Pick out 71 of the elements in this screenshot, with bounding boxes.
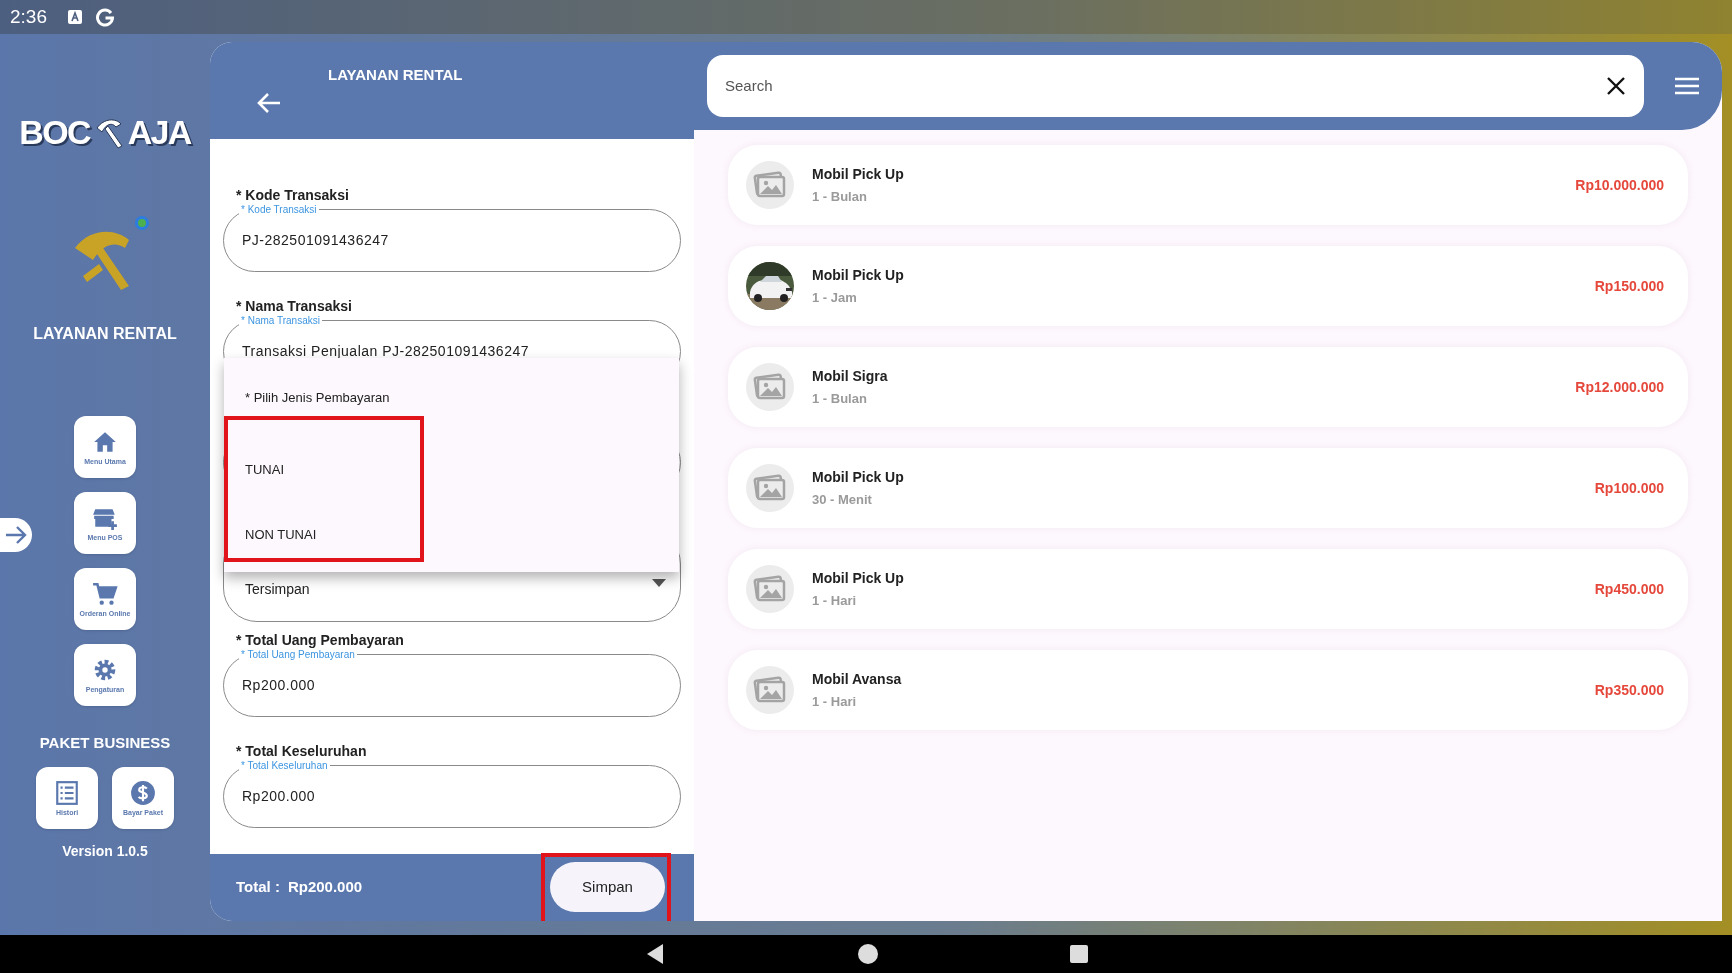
expand-tab-button[interactable] [0, 518, 32, 552]
select-value: Tersimpan [244, 579, 310, 599]
item-price: Rp10.000.000 [1575, 175, 1664, 195]
settings-icon [92, 657, 118, 683]
image-placeholder-icon [746, 464, 794, 512]
cart-icon [92, 581, 118, 607]
item-price: Rp12.000.000 [1575, 377, 1664, 397]
field-label: * Total Keseluruhan [236, 742, 367, 760]
item-price: Rp100.000 [1594, 478, 1664, 498]
floating-label: * Kode Transaksi [239, 203, 319, 215]
item-price: Rp350.000 [1594, 680, 1664, 700]
field-label: * Kode Transaksi [236, 186, 349, 204]
arrow-left-icon [256, 92, 282, 114]
total-label: Total : [236, 877, 280, 898]
clock-time: 2:36 [10, 4, 47, 29]
rental-item[interactable]: Mobil Avansa 1 - Hari Rp350.000 [728, 650, 1688, 730]
search-input: Search [725, 74, 1606, 98]
version-text: Version 1.0.5 [62, 841, 148, 861]
item-duration: 30 - Menit [812, 490, 873, 509]
dropdown-caret-icon [652, 578, 666, 587]
item-duration: 1 - Jam [812, 288, 858, 307]
rental-item[interactable]: Mobil Pick Up 1 - Jam Rp150.000 [728, 246, 1688, 326]
panel-title: LAYANAN RENTAL [328, 65, 463, 85]
keyboard-notification-icon [67, 9, 83, 25]
field-value: PJ-282501091436247 [242, 230, 389, 250]
rental-item[interactable]: Mobil Pick Up 30 - Menit Rp100.000 [728, 448, 1688, 528]
item-name: Mobil Pick Up [812, 164, 905, 184]
back-button[interactable] [256, 92, 282, 114]
rental-item[interactable]: Mobil Pick Up 1 - Bulan Rp10.000.000 [728, 145, 1688, 225]
home-nav-icon[interactable] [857, 943, 879, 965]
field-label: * Total Uang Pembayaran [236, 631, 404, 649]
item-price: Rp150.000 [1594, 276, 1664, 296]
item-duration: 1 - Hari [812, 591, 858, 610]
section-title: PAKET BUSINESS [39, 733, 171, 753]
total-value: Rp200.000 [287, 877, 363, 898]
item-name: Mobil Sigra [812, 366, 889, 386]
item-name: Mobil Pick Up [812, 467, 905, 487]
item-duration: 1 - Bulan [812, 389, 868, 408]
menu-icon[interactable] [1674, 76, 1700, 96]
image-placeholder-icon [746, 363, 794, 411]
save-button[interactable]: Simpan [550, 862, 665, 913]
rental-item[interactable]: Mobil Pick Up 1 - Hari Rp450.000 [728, 549, 1688, 629]
floating-label: * Total Keseluruhan [239, 759, 330, 771]
menu-header: * Pilih Jenis Pembayaran [245, 388, 390, 407]
field-value: Rp200.000 [242, 786, 315, 806]
floating-label: * Nama Transaksi [239, 314, 322, 326]
app-title: LAYANAN RENTAL [33, 324, 177, 344]
field-value: Transaksi Penjualan PJ-282501091436247 [242, 341, 529, 361]
search-field[interactable]: Search [707, 55, 1644, 117]
recents-nav-icon[interactable] [1069, 944, 1089, 964]
notification-icon [95, 7, 115, 27]
floating-label: * Total Uang Pembayaran [239, 648, 357, 660]
logo-text: AJA [127, 112, 191, 153]
field-value: Rp200.000 [242, 675, 315, 695]
item-name: Mobil Pick Up [812, 265, 905, 285]
field-label: * Nama Transaksi [236, 297, 352, 315]
item-name: Mobil Pick Up [812, 568, 905, 588]
logo-text: BOC [19, 112, 90, 153]
dollar-icon [130, 779, 156, 806]
list-icon [54, 779, 80, 806]
menu-option[interactable]: TUNAI [224, 437, 424, 503]
image-placeholder-icon [746, 666, 794, 714]
image-placeholder-icon [746, 161, 794, 209]
item-duration: 1 - Bulan [812, 187, 868, 206]
image-placeholder-icon [746, 565, 794, 613]
arrow-right-icon [4, 525, 28, 545]
item-name: Mobil Avansa [812, 669, 903, 689]
close-icon[interactable] [1606, 76, 1626, 96]
item-duration: 1 - Hari [812, 692, 858, 711]
item-price: Rp450.000 [1594, 579, 1664, 599]
rental-item[interactable]: Mobil Sigra 1 - Bulan Rp12.000.000 [728, 347, 1688, 427]
